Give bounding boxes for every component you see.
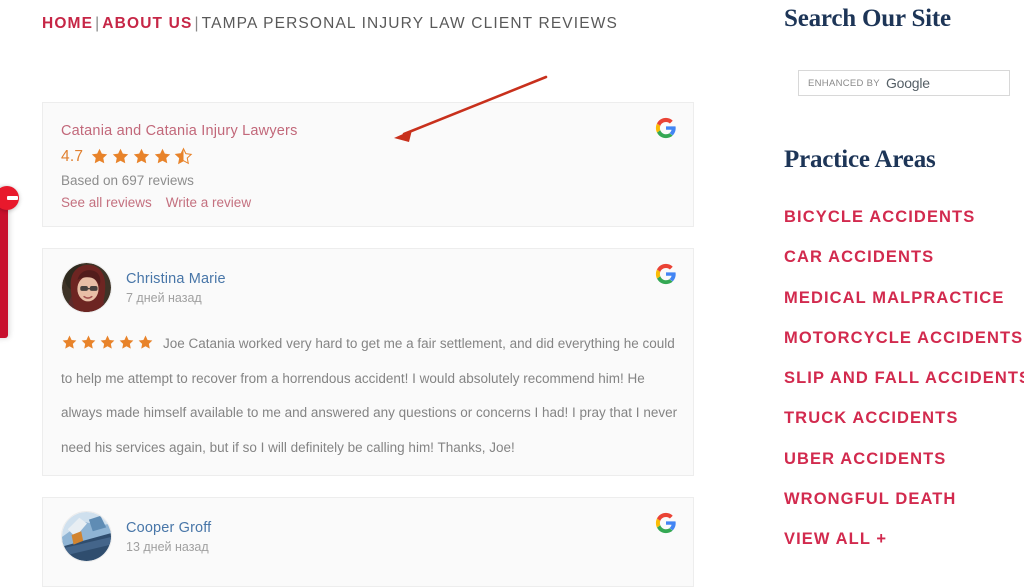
breadcrumb-separator-2: | [194, 15, 200, 32]
practice-areas-heading: Practice Areas [784, 146, 936, 173]
google-g-icon [655, 512, 677, 534]
business-summary-card: Catania and Catania Injury Lawyers 4.7 B… [42, 102, 694, 227]
review-count-label: Based on 697 reviews [61, 173, 194, 188]
review-stars [61, 334, 154, 351]
google-g-icon [655, 117, 677, 139]
search-heading: Search Our Site [784, 5, 951, 32]
review-header: Cooper Groff 13 дней назад [61, 511, 211, 562]
review-header: Christina Marie 7 дней назад [61, 262, 226, 313]
breadcrumb-link-home[interactable]: HOME [42, 15, 93, 32]
breadcrumb: HOME | ABOUT US | TAMPA PERSONAL INJURY LAW … [42, 4, 702, 43]
see-all-reviews-link[interactable]: See all reviews [61, 195, 152, 210]
business-rating-row: 4.7 [61, 147, 193, 166]
review-date: 7 дней назад [126, 290, 202, 305]
avatar [61, 511, 112, 562]
star-icon-full [100, 335, 115, 349]
star-icon-full [133, 148, 150, 164]
practice-area-item: VIEW ALL + [784, 519, 1024, 549]
star-icon-full [91, 148, 108, 164]
star-icon-full [138, 335, 153, 349]
breadcrumb-current-page: TAMPA PERSONAL INJURY LAW CLIENT REVIEWS [201, 15, 619, 32]
practice-area-item: BICYCLE ACCIDENTS [784, 197, 1024, 237]
google-g-icon [655, 263, 677, 285]
business-card-links: See all reviews Write a review [61, 195, 251, 210]
practice-area-item: TRUCK ACCIDENTS [784, 398, 1024, 438]
practice-area-link[interactable]: MEDICAL MALPRACTICE [784, 278, 1024, 318]
practice-area-item: UBER ACCIDENTS [784, 439, 1024, 479]
review-meta: Cooper Groff 13 дней назад [126, 520, 211, 554]
star-icon-half [174, 147, 193, 165]
star-icon-full [62, 335, 77, 349]
practice-area-link[interactable]: VIEW ALL + [784, 519, 1024, 549]
practice-area-item: MEDICAL MALPRACTICE [784, 278, 1024, 318]
practice-area-link[interactable]: SLIP AND FALL ACCIDENTS [784, 358, 1024, 398]
practice-area-link[interactable]: WRONGFUL DEATH [784, 479, 1024, 519]
rating-value: 4.7 [61, 147, 84, 165]
practice-area-item: MOTORCYCLE ACCIDENTS [784, 318, 1024, 358]
left-sticky-widget-bar[interactable] [0, 188, 8, 338]
main-content: HOME | ABOUT US | TAMPA PERSONAL INJURY LAW … [0, 0, 740, 587]
business-name: Catania and Catania Injury Lawyers [61, 123, 298, 139]
review-card: Cooper Groff 13 дней назад [42, 497, 694, 587]
practice-area-link[interactable]: UBER ACCIDENTS [784, 439, 1024, 479]
sidebar: Search Our Site ENHANCED BY Google Pract… [784, 0, 1024, 549]
write-a-review-link[interactable]: Write a review [166, 195, 251, 210]
review-card: Christina Marie 7 дней назад Joe Catania… [42, 248, 694, 476]
google-wordmark: Google [885, 75, 930, 91]
practice-area-link[interactable]: TRUCK ACCIDENTS [784, 398, 1024, 438]
practice-area-item: CAR ACCIDENTS [784, 237, 1024, 277]
practice-area-item: SLIP AND FALL ACCIDENTS [784, 358, 1024, 398]
rating-stars [90, 147, 193, 166]
breadcrumb-separator-1: | [95, 15, 101, 32]
review-text: Joe Catania worked very hard to get me a… [61, 336, 678, 455]
star-icon-full [154, 148, 171, 164]
breadcrumb-link-about-us[interactable]: ABOUT US [102, 15, 192, 32]
reviewer-name[interactable]: Cooper Groff [126, 520, 211, 536]
review-meta: Christina Marie 7 дней назад [126, 271, 226, 305]
practice-areas-list: BICYCLE ACCIDENTS CAR ACCIDENTS MEDICAL MA… [784, 197, 1024, 549]
practice-area-item: WRONGFUL DEATH [784, 479, 1024, 519]
review-body: Joe Catania worked very hard to get me a… [61, 327, 679, 465]
star-icon-full [112, 148, 129, 164]
practice-area-link[interactable]: MOTORCYCLE ACCIDENTS [784, 318, 1024, 358]
reviewer-name[interactable]: Christina Marie [126, 271, 226, 287]
practice-area-link[interactable]: BICYCLE ACCIDENTS [784, 197, 1024, 237]
search-input[interactable]: ENHANCED BY Google [798, 70, 1010, 96]
review-date: 13 дней назад [126, 539, 209, 554]
practice-area-link[interactable]: CAR ACCIDENTS [784, 237, 1024, 277]
star-icon-full [119, 335, 134, 349]
avatar [61, 262, 112, 313]
search-enhanced-by-label: ENHANCED BY [808, 77, 880, 89]
star-icon-full [81, 335, 96, 349]
